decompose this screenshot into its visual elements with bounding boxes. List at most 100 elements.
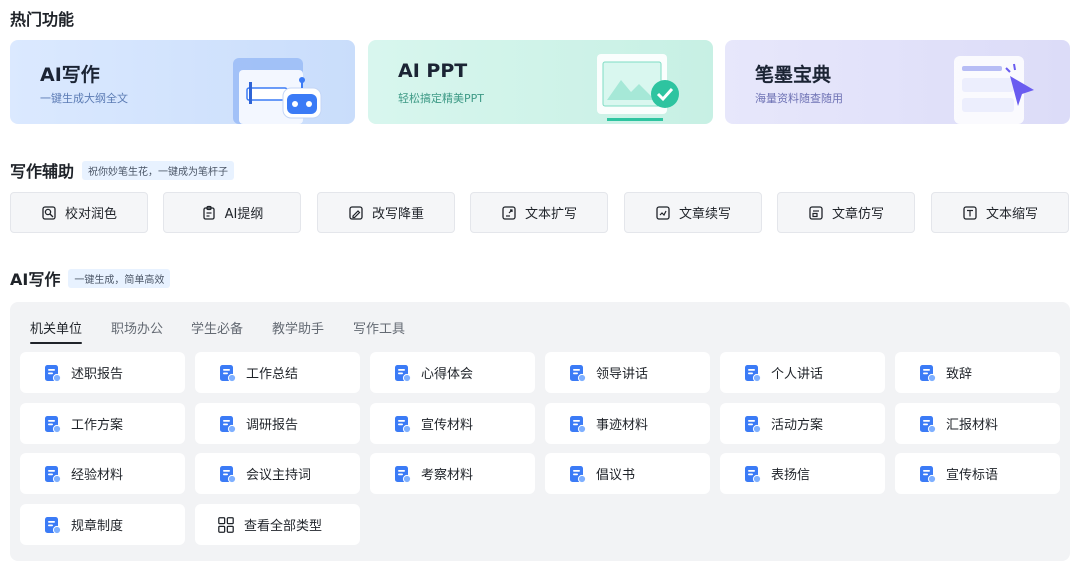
writing-type-item[interactable]: 活动方案 <box>720 403 885 444</box>
assist-button-proofread[interactable]: 校对润色 <box>10 192 148 233</box>
aiwrite-panel: 机关单位 职场办公 学生必备 教学助手 写作工具 述职报告 工作总结 心得体会 领导讲… <box>10 302 1070 561</box>
writing-type-item[interactable]: 致辞 <box>895 352 1060 393</box>
assist-button-abbreviate[interactable]: 文本缩写 <box>931 192 1069 233</box>
writing-type-label: 事迹材料 <box>596 418 649 433</box>
document-icon <box>745 465 762 483</box>
continue-icon <box>656 205 670 220</box>
assist-button-continue[interactable]: 文章续写 <box>624 192 762 233</box>
hot-card-subtitle: 一键生成大纲全文 <box>40 92 128 105</box>
tab-workplace[interactable]: 职场办公 <box>111 318 163 337</box>
document-cursor-icon <box>954 56 1034 124</box>
document-icon <box>570 415 587 433</box>
view-all-label: 查看全部类型 <box>244 519 323 534</box>
document-icon <box>220 465 237 483</box>
writing-type-item[interactable]: 考察材料 <box>370 453 535 494</box>
writing-type-label: 考察材料 <box>421 468 474 483</box>
hot-card-ai-writing[interactable]: AI写作 一键生成大纲全文 <box>10 40 355 124</box>
document-icon <box>920 415 937 433</box>
writing-type-label: 表扬信 <box>771 468 811 483</box>
tab-students[interactable]: 学生必备 <box>191 318 243 337</box>
writing-type-label: 工作方案 <box>71 418 124 433</box>
writing-type-label: 经验材料 <box>71 468 124 483</box>
writing-type-item[interactable]: 工作总结 <box>195 352 360 393</box>
imitate-icon <box>809 205 823 220</box>
aiwrite-tagline: 一键生成，简单高效 <box>68 268 171 288</box>
assist-title: 写作辅助 <box>10 162 75 181</box>
writing-type-item[interactable]: 经验材料 <box>20 453 185 494</box>
assist-button-label: 文本缩写 <box>985 207 1038 222</box>
clipboard-icon <box>202 205 215 220</box>
document-icon <box>570 364 587 382</box>
hot-section-title: 热门功能 <box>10 6 74 30</box>
rewrite-icon <box>349 205 363 220</box>
assist-button-label: 校对润色 <box>64 207 117 222</box>
writing-type-label: 工作总结 <box>246 367 299 382</box>
hot-title: 热门功能 <box>10 10 75 29</box>
writing-type-label: 活动方案 <box>771 418 824 433</box>
document-icon <box>220 364 237 382</box>
hot-card-subtitle: 海量资料随查随用 <box>755 92 843 105</box>
writing-type-item[interactable]: 规章制度 <box>20 504 185 545</box>
writing-type-item[interactable]: 领导讲话 <box>545 352 710 393</box>
writing-type-item[interactable]: 个人讲话 <box>720 352 885 393</box>
writing-type-item[interactable]: 宣传标语 <box>895 453 1060 494</box>
document-icon <box>45 516 62 534</box>
writing-type-label: 宣传标语 <box>946 468 999 483</box>
writing-type-item[interactable]: 工作方案 <box>20 403 185 444</box>
tab-writing-tools[interactable]: 写作工具 <box>353 318 405 337</box>
document-icon <box>220 415 237 433</box>
presentation-check-icon <box>597 54 679 121</box>
writing-type-item[interactable]: 述职报告 <box>20 352 185 393</box>
assist-button-imitate[interactable]: 文章仿写 <box>777 192 915 233</box>
document-icon <box>45 465 62 483</box>
view-all-types-button[interactable]: 查看全部类型 <box>195 504 360 545</box>
document-icon <box>395 465 412 483</box>
hot-card-title: 笔墨宝典 <box>755 64 832 86</box>
expand-icon <box>502 205 516 220</box>
tab-government[interactable]: 机关单位 <box>30 318 83 344</box>
writing-type-item[interactable]: 汇报材料 <box>895 403 1060 444</box>
document-icon <box>745 415 762 433</box>
writing-type-item[interactable]: 宣传材料 <box>370 403 535 444</box>
assist-button-rewrite[interactable]: 改写降重 <box>317 192 455 233</box>
folder-robot-icon <box>233 58 322 124</box>
writing-type-label: 致辞 <box>946 367 973 382</box>
document-icon <box>45 364 62 382</box>
writing-type-label: 述职报告 <box>71 367 124 382</box>
hot-card-title: AI PPT <box>398 60 468 82</box>
writing-type-label: 倡议书 <box>596 468 636 483</box>
writing-type-item[interactable]: 倡议书 <box>545 453 710 494</box>
writing-type-item[interactable]: 表扬信 <box>720 453 885 494</box>
hot-card-writing-book[interactable]: 笔墨宝典 海量资料随查随用 <box>725 40 1070 124</box>
writing-type-item[interactable]: 心得体会 <box>370 352 535 393</box>
aiwrite-section-title: AI写作 一键生成，简单高效 <box>10 266 171 290</box>
writing-type-label: 心得体会 <box>421 367 474 382</box>
assist-button-ai-outline[interactable]: AI提纲 <box>163 192 301 233</box>
hot-card-ai-ppt[interactable]: AI PPT 轻松搞定精美PPT <box>368 40 713 124</box>
writing-type-label: 汇报材料 <box>946 418 999 433</box>
writing-type-label: 领导讲话 <box>596 367 649 382</box>
writing-type-item[interactable]: 调研报告 <box>195 403 360 444</box>
assist-button-expand[interactable]: 文本扩写 <box>470 192 608 233</box>
assist-button-label: 文章仿写 <box>831 207 884 222</box>
writing-type-item[interactable]: 会议主持词 <box>195 453 360 494</box>
document-icon <box>920 364 937 382</box>
proofread-icon <box>42 205 56 220</box>
writing-type-label: 调研报告 <box>246 418 299 433</box>
document-icon <box>395 364 412 382</box>
hot-card-subtitle: 轻松搞定精美PPT <box>398 92 484 105</box>
writing-type-item[interactable]: 事迹材料 <box>545 403 710 444</box>
abbreviate-icon <box>963 205 977 220</box>
document-icon <box>395 415 412 433</box>
assist-button-label: 文本扩写 <box>524 207 577 222</box>
document-icon <box>920 465 937 483</box>
assist-button-label: 文章续写 <box>678 207 731 222</box>
document-icon <box>570 465 587 483</box>
assist-button-label: AI提纲 <box>224 207 264 222</box>
aiwrite-title: AI写作 <box>10 270 61 289</box>
document-icon <box>745 364 762 382</box>
assist-button-label: 改写降重 <box>371 207 424 222</box>
hot-card-title: AI写作 <box>40 64 100 86</box>
document-icon <box>45 415 62 433</box>
tab-teaching[interactable]: 教学助手 <box>272 318 324 337</box>
